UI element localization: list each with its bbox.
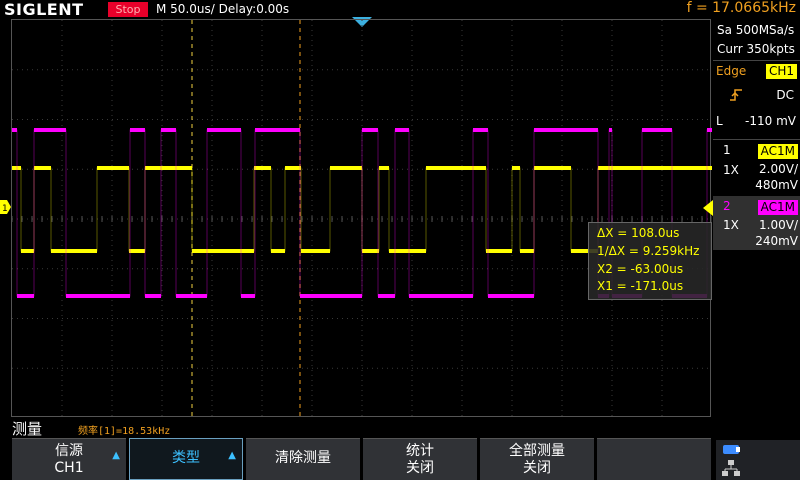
- ch2-number: 2: [723, 199, 731, 213]
- waveform-grid[interactable]: [11, 19, 712, 418]
- ch1-number: 1: [723, 143, 731, 157]
- cursor-x1: X1 = -171.0us: [597, 279, 684, 293]
- trigger-source: CH1: [765, 64, 797, 79]
- trigger-type: Edge: [716, 64, 747, 78]
- ch2-settings[interactable]: 2 AC1M 1X 1.00V/ 240mV: [713, 196, 800, 250]
- ch1-probe: 1X: [723, 163, 739, 177]
- ch1-scale: 2.00V/: [759, 162, 798, 176]
- softkey-source-label: 信源: [55, 443, 83, 459]
- ch1-coupling: AC1M: [757, 144, 798, 159]
- softkey-statistics[interactable]: 统计 关闭: [363, 438, 477, 480]
- ch2-coupling: AC1M: [757, 200, 798, 215]
- softkey-all-value: 关闭: [523, 460, 551, 476]
- trigger-panel[interactable]: Edge CH1 DC L -110 mV: [713, 60, 800, 139]
- brand-logo: SIGLENT: [4, 0, 84, 19]
- arrow-up-icon: ▲: [228, 450, 236, 461]
- trigger-level-label: L: [716, 114, 723, 128]
- timebase-readout: M 50.0us/ Delay:0.00s: [156, 2, 289, 16]
- ch1-ground-label: 1: [2, 204, 8, 214]
- trigger-level: -110 mV: [745, 114, 796, 128]
- cursor-readout-panel: ΔX = 108.0us 1/ΔX = 9.259kHz X2 = -63.00…: [588, 222, 712, 300]
- softkey-source[interactable]: 信源 CH1 ▲: [12, 438, 126, 480]
- sample-rate: Sa 500MSa/s: [717, 23, 795, 37]
- oscilloscope-screen: SIGLENT Stop M 50.0us/ Delay:0.00s f = 1…: [0, 0, 800, 480]
- softkey-source-value: CH1: [54, 460, 84, 476]
- softkey-empty[interactable]: [597, 438, 711, 480]
- softkey-all-measure[interactable]: 全部测量 关闭: [480, 438, 594, 480]
- cursor-inverse-delta-x: 1/ΔX = 9.259kHz: [597, 244, 700, 258]
- arrow-up-icon: ▲: [112, 450, 120, 461]
- softkey-type-label: 类型: [172, 450, 200, 466]
- status-icons: [716, 440, 800, 480]
- cursor-delta-x: ΔX = 108.0us: [597, 226, 680, 240]
- softkey-type[interactable]: 类型 ▲: [129, 438, 243, 480]
- measure-frequency-value: 频率[1]=18.53kHz: [78, 426, 171, 437]
- softkey-statistics-label: 统计: [406, 443, 434, 459]
- acquisition-info: Sa 500MSa/s Curr 350kpts: [713, 21, 800, 59]
- ch2-offset: 240mV: [755, 234, 798, 248]
- ch2-probe: 1X: [723, 218, 739, 232]
- measure-menu-title: 测量: [12, 420, 43, 438]
- ch1-settings[interactable]: 1 AC1M 1X 2.00V/ 480mV: [713, 141, 800, 194]
- waveform-area: [12, 20, 712, 418]
- ch1-offset: 480mV: [755, 178, 798, 192]
- softkey-clear-label: 清除测量: [275, 450, 331, 466]
- memory-depth: Curr 350kpts: [717, 42, 795, 56]
- run-stop-indicator[interactable]: Stop: [108, 2, 148, 17]
- top-status-bar: SIGLENT Stop M 50.0us/ Delay:0.00s f = 1…: [0, 0, 800, 19]
- rising-edge-icon: [730, 89, 742, 101]
- usb-icon: [723, 445, 740, 454]
- network-icon: [722, 460, 740, 476]
- softkey-statistics-value: 关闭: [406, 460, 434, 476]
- trigger-level-marker[interactable]: [703, 200, 713, 216]
- delay-value: Delay:0.00s: [218, 2, 290, 16]
- ch1-ground-marker[interactable]: 1: [0, 200, 11, 214]
- ch2-scale: 1.00V/: [759, 218, 798, 232]
- softkey-all-label: 全部测量: [509, 443, 565, 459]
- divider: [713, 139, 800, 140]
- timebase-value: M 50.0us/: [156, 2, 215, 16]
- trigger-coupling: DC: [776, 88, 794, 102]
- cursor-x2: X2 = -63.00us: [597, 262, 684, 276]
- frequency-counter: f = 17.0665kHz: [686, 0, 796, 16]
- softkey-clear-measure[interactable]: 清除测量: [246, 438, 360, 480]
